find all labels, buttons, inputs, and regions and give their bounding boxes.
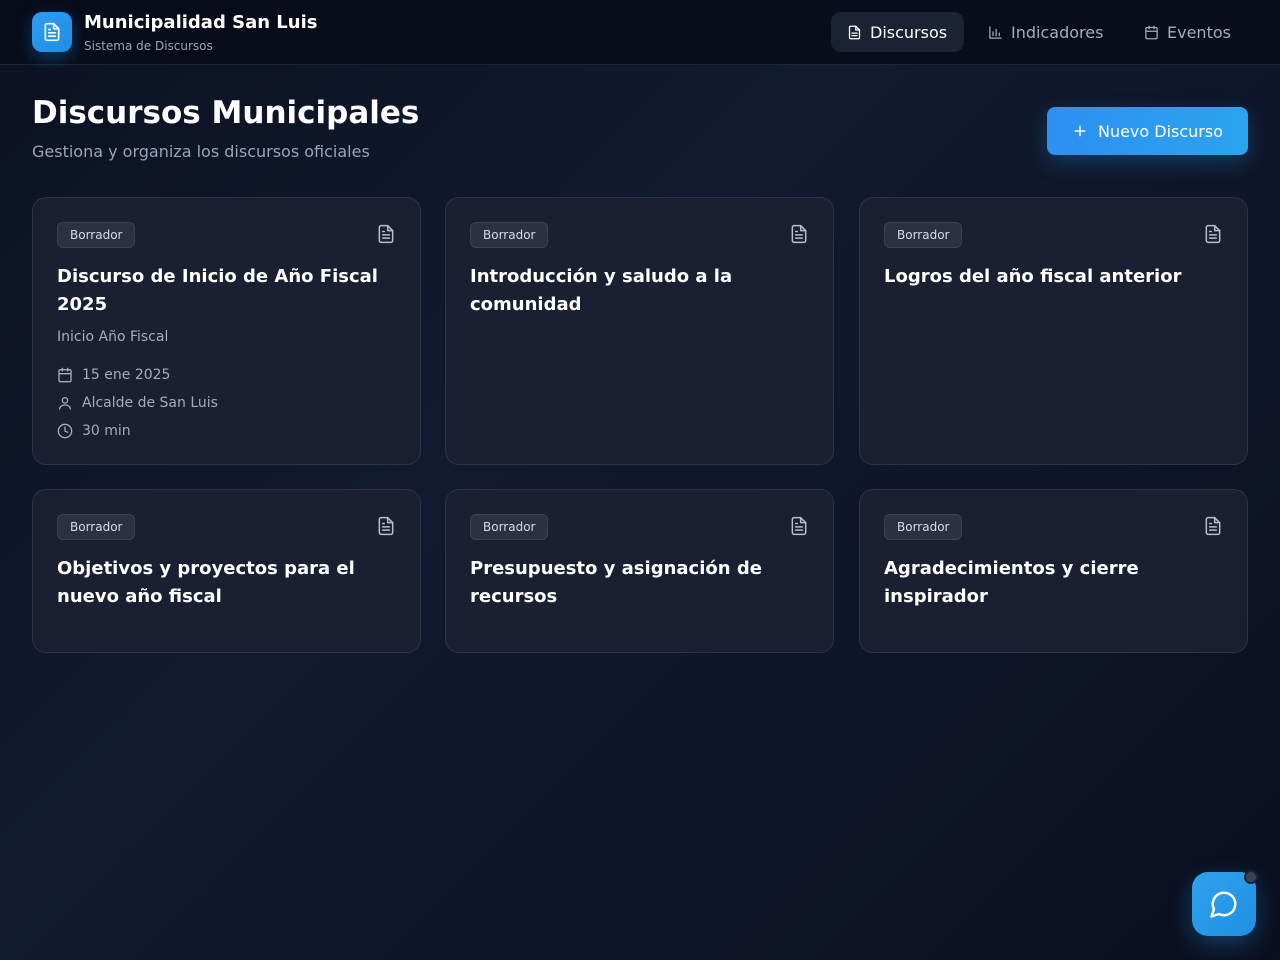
clock-icon [57,423,73,439]
document-icon [848,25,861,39]
speech-card[interactable]: Borrador Presupuesto y asignación de rec… [445,489,834,653]
speech-card[interactable]: Borrador Agradecimientos y cierre inspir… [859,489,1248,653]
speech-card[interactable]: Borrador Logros del año fiscal anterior [859,197,1248,465]
status-badge: Borrador [884,222,963,248]
speech-date-text: 15 ene 2025 [82,367,171,383]
speech-duration-text: 30 min [82,423,131,439]
bar-chart-icon [989,25,1002,39]
top-bar: Municipalidad San Luis Sistema de Discur… [0,0,1280,65]
calendar-icon [58,367,72,383]
nav-item-discursos[interactable]: Discursos [831,12,964,52]
speech-title: Presupuesto y asignación de recursos [470,558,762,607]
chat-notification-dot [1244,870,1258,884]
speech-type: Inicio Año Fiscal [57,329,169,345]
status-badge: Borrador [57,222,136,248]
calendar-icon [1145,25,1158,39]
user-icon [59,397,71,410]
speech-title: Discurso de Inicio de Año Fiscal 2025 [57,266,378,315]
page-title: Discursos Municipales [32,95,420,131]
speech-title: Agradecimientos y cierre inspirador [884,558,1139,607]
document-icon[interactable] [1203,516,1223,536]
status-badge: Borrador [884,514,963,540]
speech-speaker-text: Alcalde de San Luis [82,395,218,411]
speech-card[interactable]: Borrador Discurso de Inicio de Año Fisca… [32,197,421,465]
document-icon[interactable] [1203,224,1223,244]
speech-speaker: Alcalde de San Luis [57,393,218,413]
nav-item-eventos[interactable]: Eventos [1128,12,1247,52]
page-subtitle: Gestiona y organiza los discursos oficia… [32,142,370,161]
document-icon[interactable] [376,516,396,536]
new-speech-label: Nuevo Discurso [1097,121,1224,141]
status-badge: Borrador [57,514,136,540]
document-icon[interactable] [376,224,396,244]
new-speech-button[interactable]: Nuevo Discurso [1047,107,1248,155]
main-nav: Discursos Indicadores Eventos [0,12,1280,52]
speech-card[interactable]: Borrador Introducción y saludo a la comu… [445,197,834,465]
speech-title: Logros del año fiscal anterior [884,266,1182,287]
nav-item-indicadores[interactable]: Indicadores [972,12,1119,52]
speech-card[interactable]: Borrador Objetivos y proyectos para el n… [32,489,421,653]
chat-bubble-icon [1210,891,1237,918]
speech-date: 15 ene 2025 [57,365,170,385]
nav-label: Discursos [870,22,948,42]
speech-title: Introducción y saludo a la comunidad [470,266,733,315]
document-icon[interactable] [789,224,809,244]
speech-title: Objetivos y proyectos para el nuevo año … [57,558,355,607]
nav-label: Eventos [1167,22,1231,42]
plus-icon [1074,125,1086,137]
speech-duration: 30 min [57,421,131,441]
status-badge: Borrador [470,514,549,540]
nav-label: Indicadores [1011,22,1104,42]
status-badge: Borrador [470,222,549,248]
document-icon[interactable] [789,516,809,536]
